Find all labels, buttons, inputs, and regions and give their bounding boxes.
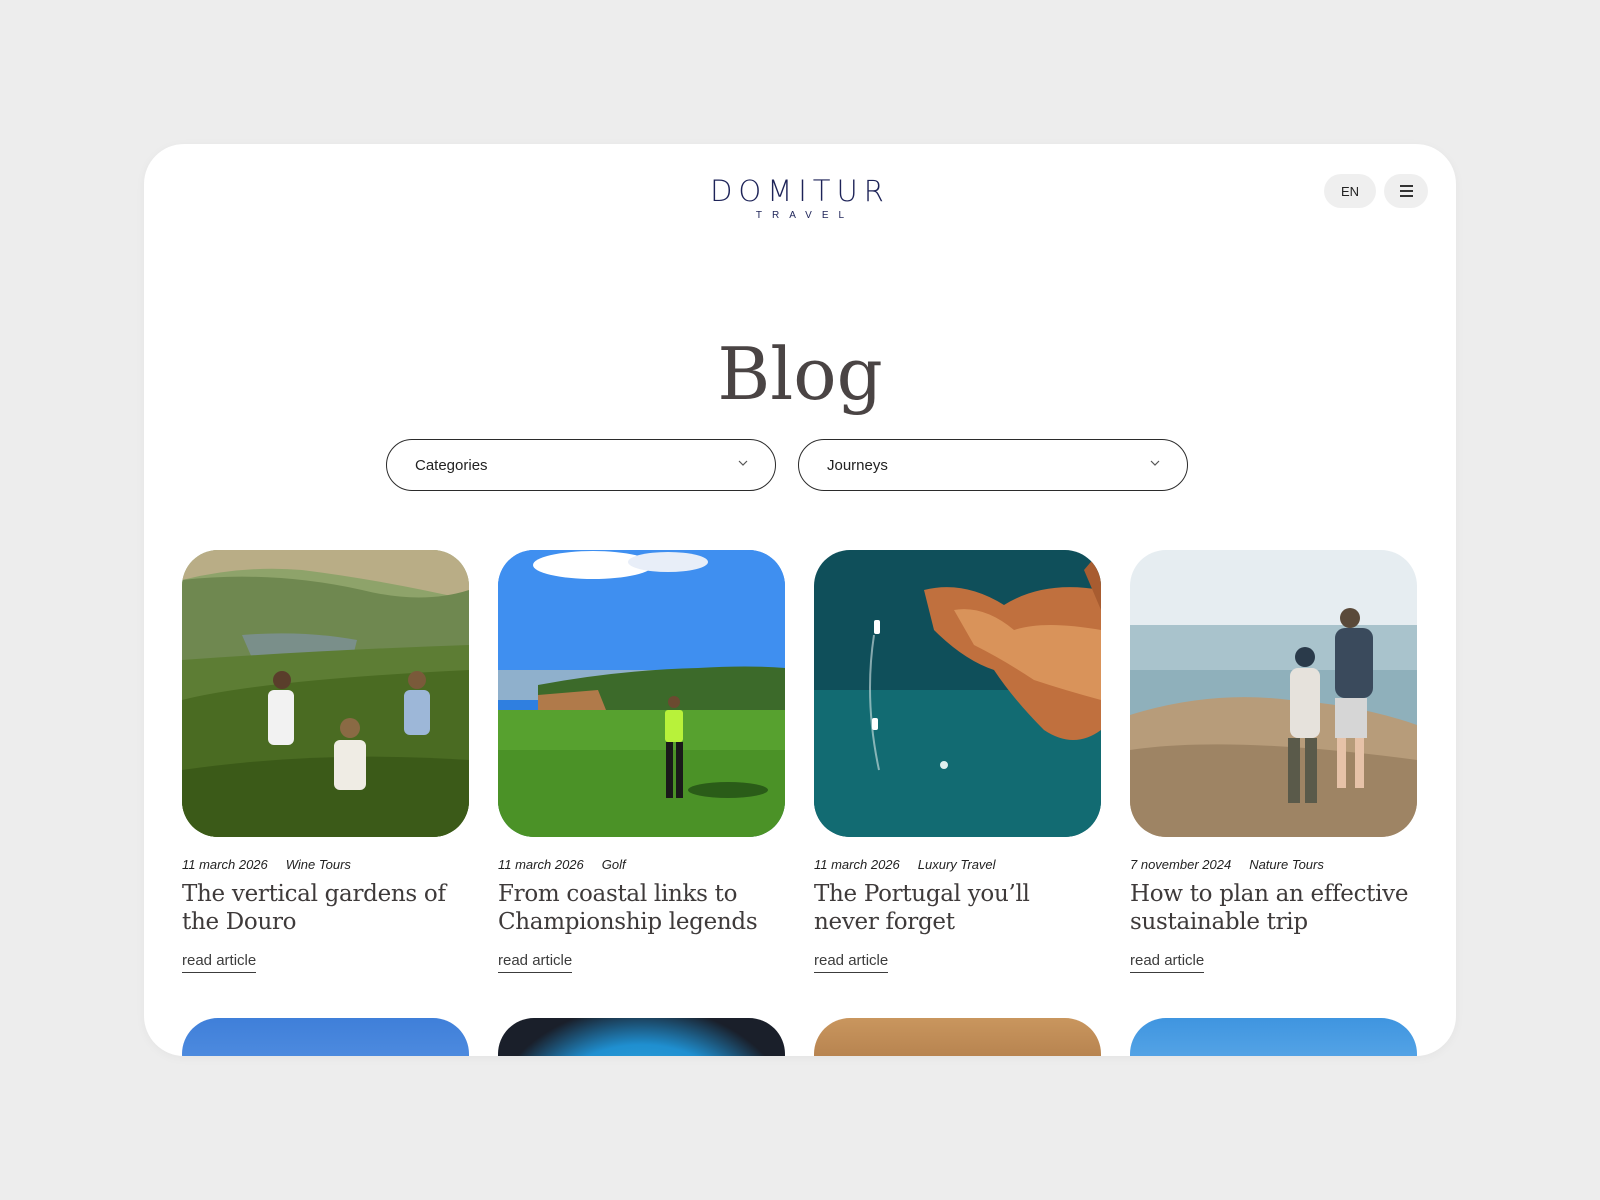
journeys-select[interactable]: Journeys [798,439,1188,491]
post-image-cliffs[interactable] [814,1018,1101,1056]
read-article-link[interactable]: read article [1130,952,1205,973]
post-meta: 11 march 2026 Wine Tours [182,857,469,872]
post-image-coast[interactable] [814,550,1101,837]
read-article-link[interactable]: read article [814,952,889,973]
page-title: Blog [717,332,883,417]
logo-tagline: TRAVEL [755,210,855,221]
blog-post-card[interactable]: 11 march 2026 Luxury Travel The Portugal … [814,550,1101,973]
post-image-vineyard[interactable] [182,550,469,837]
post-meta: 7 november 2024 Nature Tours [1130,857,1417,872]
post-date: 11 march 2026 [498,857,584,872]
post-title[interactable]: How to plan an effective sustainable tri… [1130,880,1417,936]
post-category[interactable]: Luxury Travel [918,857,996,872]
post-title[interactable]: From coastal links to Championship legen… [498,880,785,936]
post-category[interactable]: Golf [602,857,626,872]
read-article-link[interactable]: read article [182,952,257,973]
categories-select[interactable]: Categories [386,439,776,491]
post-title[interactable]: The vertical gardens of the Douro [182,880,469,936]
post-image-pool[interactable] [498,1018,785,1056]
chevron-down-icon [738,460,748,466]
language-button[interactable]: EN [1324,174,1376,208]
blog-post-card[interactable]: 11 march 2026 Wine Tours The vertical gar… [182,550,469,973]
chevron-down-icon [1150,460,1160,466]
post-category[interactable]: Nature Tours [1249,857,1324,872]
post-category[interactable]: Wine Tours [286,857,351,872]
post-date: 7 november 2024 [1130,857,1232,872]
blog-post-card[interactable]: 11 march 2026 Golf From coastal links to … [498,550,785,973]
categories-select-label: Categories [415,457,488,474]
post-date: 11 march 2026 [182,857,268,872]
blog-post-card[interactable]: 7 november 2024 Nature Tours How to plan … [1130,550,1417,973]
post-meta: 11 march 2026 Luxury Travel [814,857,1101,872]
menu-icon [1400,185,1413,187]
post-image-golf[interactable] [498,550,785,837]
journeys-select-label: Journeys [827,457,888,474]
post-date: 11 march 2026 [814,857,900,872]
post-image-sky[interactable] [182,1018,469,1056]
post-meta: 11 march 2026 Golf [498,857,785,872]
post-title[interactable]: The Portugal you’ll never forget [814,880,1101,936]
post-image-sea[interactable] [1130,1018,1417,1056]
page-card: DOMITUR TRAVEL EN Blog Categories Journe… [144,144,1456,1056]
menu-button[interactable] [1384,174,1428,208]
read-article-link[interactable]: read article [498,952,573,973]
logo-wordmark: DOMITUR [710,174,890,208]
post-image-hikers[interactable] [1130,550,1417,837]
logo[interactable]: DOMITUR TRAVEL [144,174,1456,221]
